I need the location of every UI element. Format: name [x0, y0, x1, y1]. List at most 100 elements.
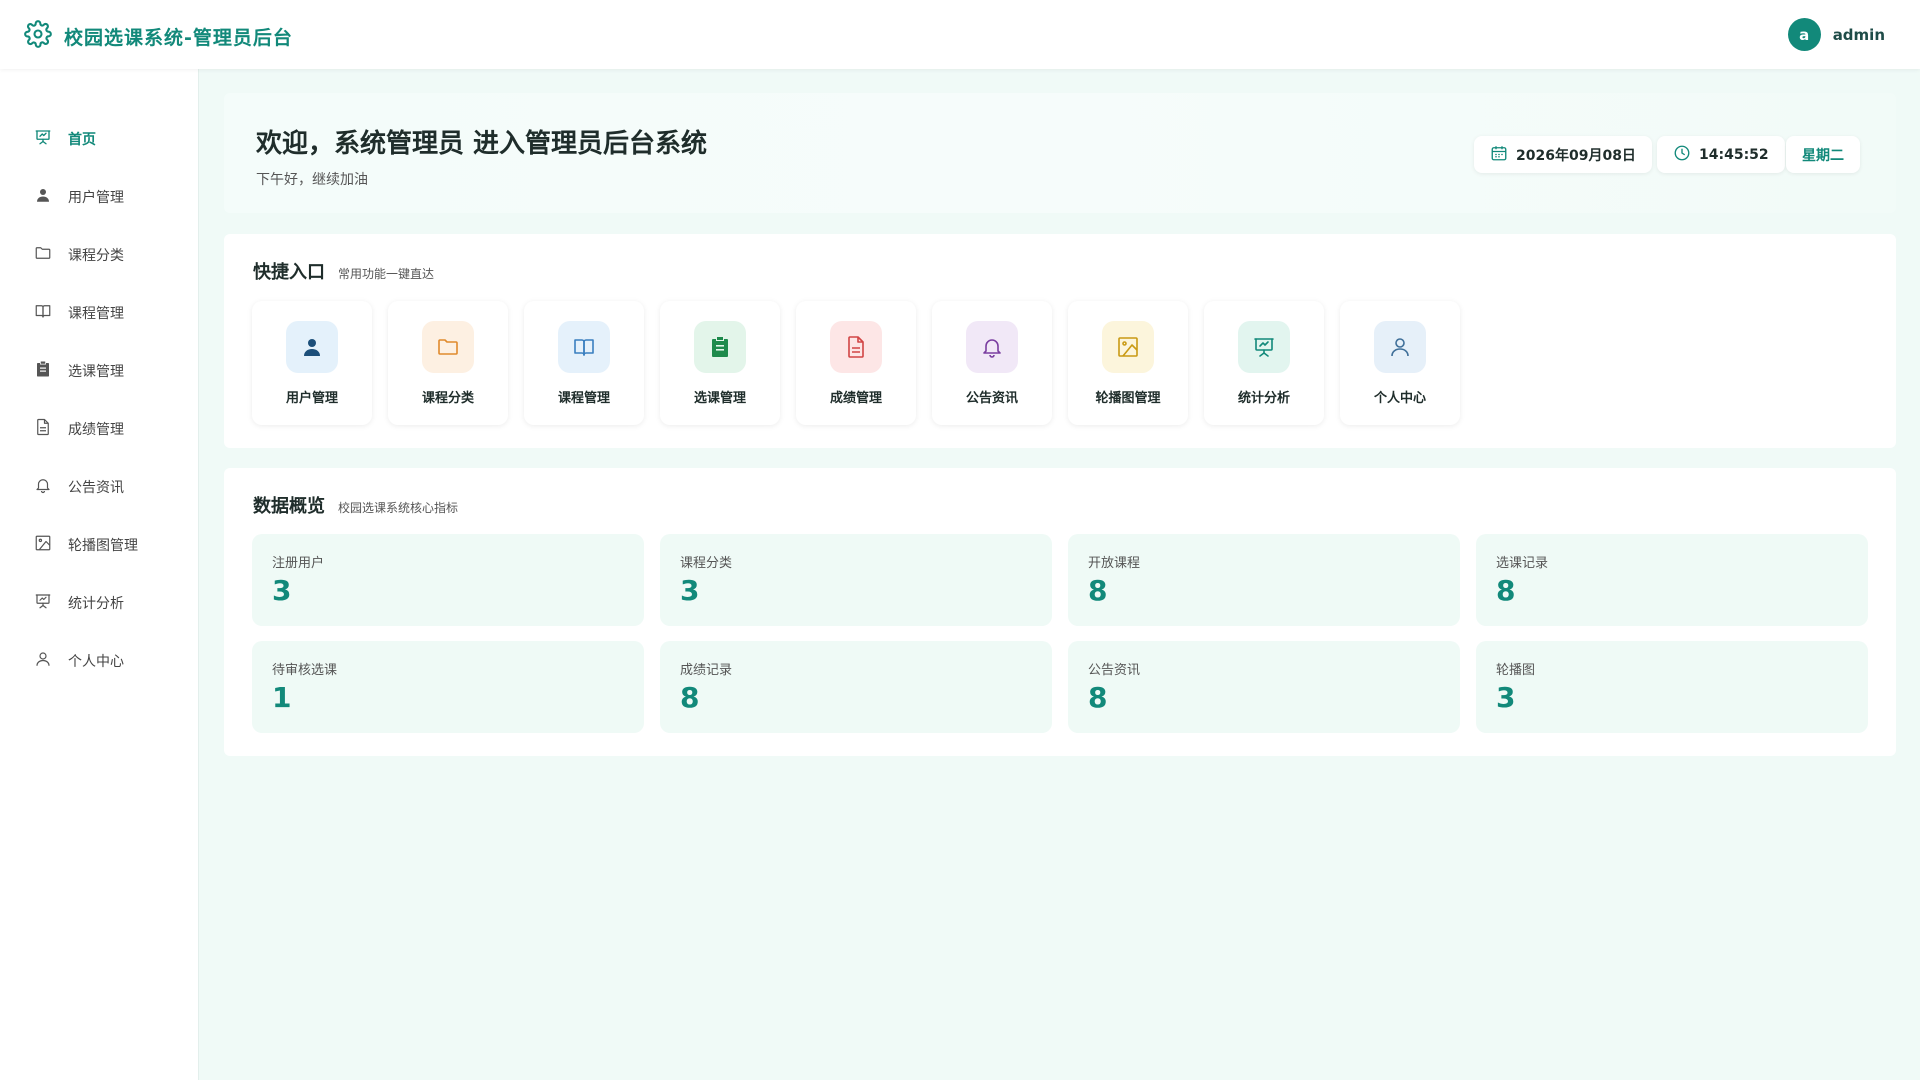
sidebar-item-label: 统计分析 — [68, 596, 124, 612]
welcome-banner: 欢迎，系统管理员 进入管理员后台系统 下午好，继续加油 2026年09月08日 … — [224, 93, 1896, 213]
brand[interactable]: 校园选课系统-管理员后台 — [24, 20, 293, 52]
user-outline-icon — [34, 650, 52, 672]
time-chip: 14:45:52 — [1657, 136, 1785, 173]
stat-value: 3 — [1496, 681, 1516, 714]
sidebar-item-label: 个人中心 — [68, 654, 124, 670]
sidebar-item-label: 首页 — [68, 132, 96, 148]
quick-label: 成绩管理 — [829, 391, 882, 406]
quick-label: 选课管理 — [693, 391, 746, 406]
date-chip: 2026年09月08日 — [1474, 136, 1652, 173]
stat-value: 1 — [272, 681, 292, 714]
quick-label: 课程管理 — [557, 391, 610, 406]
stat-label: 轮播图 — [1496, 663, 1536, 678]
user-icon — [286, 321, 338, 373]
sidebar-item-profile[interactable]: 个人中心 — [0, 638, 199, 684]
stat-card: 选课记录 8 — [1476, 534, 1868, 626]
bell-icon — [34, 476, 52, 498]
bell-icon — [966, 321, 1018, 373]
app-title: 校园选课系统-管理员后台 — [64, 26, 293, 49]
quick-access-panel: 快捷入口 常用功能一键直达 用户管理 课程分类 课程管理 选课管理 成绩管理 公… — [224, 234, 1896, 448]
stat-value: 3 — [680, 574, 700, 607]
stat-label: 公告资讯 — [1088, 663, 1141, 678]
avatar[interactable]: a — [1787, 18, 1821, 51]
stat-card: 注册用户 3 — [252, 534, 644, 626]
overview-header: 数据概览 校园选课系统核心指标 — [253, 492, 458, 518]
sidebar-item-announcements[interactable]: 公告资讯 — [0, 464, 199, 510]
username[interactable]: admin — [1833, 26, 1885, 44]
current-date: 2026年09月08日 — [1516, 147, 1636, 164]
current-time: 14:45:52 — [1699, 146, 1769, 163]
quick-label: 公告资讯 — [965, 391, 1018, 406]
data-overview-panel: 数据概览 校园选课系统核心指标 注册用户 3 课程分类 3 开放课程 8 选课记… — [224, 468, 1896, 756]
sidebar-item-label: 成绩管理 — [68, 422, 124, 438]
sidebar-item-course-categories[interactable]: 课程分类 — [0, 232, 199, 278]
sidebar-item-label: 课程管理 — [68, 306, 124, 322]
stat-value: 3 — [272, 574, 292, 607]
stat-card: 开放课程 8 — [1068, 534, 1460, 626]
stat-label: 选课记录 — [1496, 556, 1549, 571]
sidebar-item-home[interactable]: 首页 — [0, 116, 199, 162]
sidebar-item-carousel[interactable]: 轮播图管理 — [0, 522, 199, 568]
user-outline-icon — [1374, 321, 1426, 373]
folder-icon — [34, 244, 52, 266]
presentation-icon — [34, 128, 52, 150]
section-title: 数据概览 — [253, 496, 325, 517]
sidebar-item-grades[interactable]: 成绩管理 — [0, 406, 199, 452]
folder-icon — [422, 321, 474, 373]
current-weekday: 星期二 — [1802, 147, 1844, 164]
stat-card: 成绩记录 8 — [660, 641, 1052, 733]
picture-icon — [34, 534, 52, 556]
quick-course-categories[interactable]: 课程分类 — [388, 301, 508, 425]
stat-label: 成绩记录 — [680, 663, 733, 678]
document-icon — [34, 418, 52, 440]
sidebar-item-label: 课程分类 — [68, 248, 124, 264]
quick-label: 轮播图管理 — [1095, 391, 1161, 406]
sidebar-item-courses[interactable]: 课程管理 — [0, 290, 199, 336]
quick-courses[interactable]: 课程管理 — [524, 301, 644, 425]
quick-users[interactable]: 用户管理 — [252, 301, 372, 425]
quick-grades[interactable]: 成绩管理 — [796, 301, 916, 425]
gear-icon — [24, 20, 52, 52]
stat-value: 8 — [1088, 574, 1108, 607]
quick-label: 个人中心 — [1373, 391, 1426, 406]
quick-carousel[interactable]: 轮播图管理 — [1068, 301, 1188, 425]
clipboard-icon — [694, 321, 746, 373]
document-icon — [830, 321, 882, 373]
section-subtitle: 校园选课系统核心指标 — [338, 501, 459, 515]
book-icon — [558, 321, 610, 373]
stat-card: 待审核选课 1 — [252, 641, 644, 733]
sidebar-item-enrollment[interactable]: 选课管理 — [0, 348, 199, 394]
sidebar-item-statistics[interactable]: 统计分析 — [0, 580, 199, 626]
quick-enrollment[interactable]: 选课管理 — [660, 301, 780, 425]
sidebar-item-label: 用户管理 — [68, 190, 124, 206]
stat-label: 课程分类 — [680, 556, 733, 571]
stat-label: 注册用户 — [272, 556, 325, 571]
stat-value: 8 — [680, 681, 700, 714]
section-subtitle: 常用功能一键直达 — [338, 267, 435, 281]
user-icon — [34, 186, 52, 208]
picture-icon — [1102, 321, 1154, 373]
quick-announcements[interactable]: 公告资讯 — [932, 301, 1052, 425]
weekday-chip: 星期二 — [1786, 136, 1860, 173]
sidebar-item-label: 选课管理 — [68, 364, 124, 380]
quick-profile[interactable]: 个人中心 — [1340, 301, 1460, 425]
top-bar: 校园选课系统-管理员后台 a admin — [0, 0, 1920, 69]
welcome-title: 欢迎，系统管理员 进入管理员后台系统 — [256, 129, 708, 159]
stat-card: 轮播图 3 — [1476, 641, 1868, 733]
stat-card: 公告资讯 8 — [1068, 641, 1460, 733]
calendar-icon — [1490, 144, 1516, 166]
stat-label: 待审核选课 — [272, 663, 338, 678]
sidebar-item-label: 公告资讯 — [68, 480, 124, 496]
clipboard-icon — [34, 360, 52, 382]
quick-label: 统计分析 — [1237, 391, 1290, 406]
presentation-icon — [34, 592, 52, 614]
user-menu[interactable]: a admin — [1787, 18, 1885, 51]
sidebar-item-users[interactable]: 用户管理 — [0, 174, 199, 220]
quick-label: 用户管理 — [285, 391, 338, 406]
welcome-subtitle: 下午好，继续加油 — [256, 172, 368, 188]
sidebar-item-label: 轮播图管理 — [68, 538, 138, 554]
section-title: 快捷入口 — [253, 262, 325, 283]
stat-card: 课程分类 3 — [660, 534, 1052, 626]
quick-statistics[interactable]: 统计分析 — [1204, 301, 1324, 425]
stat-label: 开放课程 — [1088, 556, 1141, 571]
